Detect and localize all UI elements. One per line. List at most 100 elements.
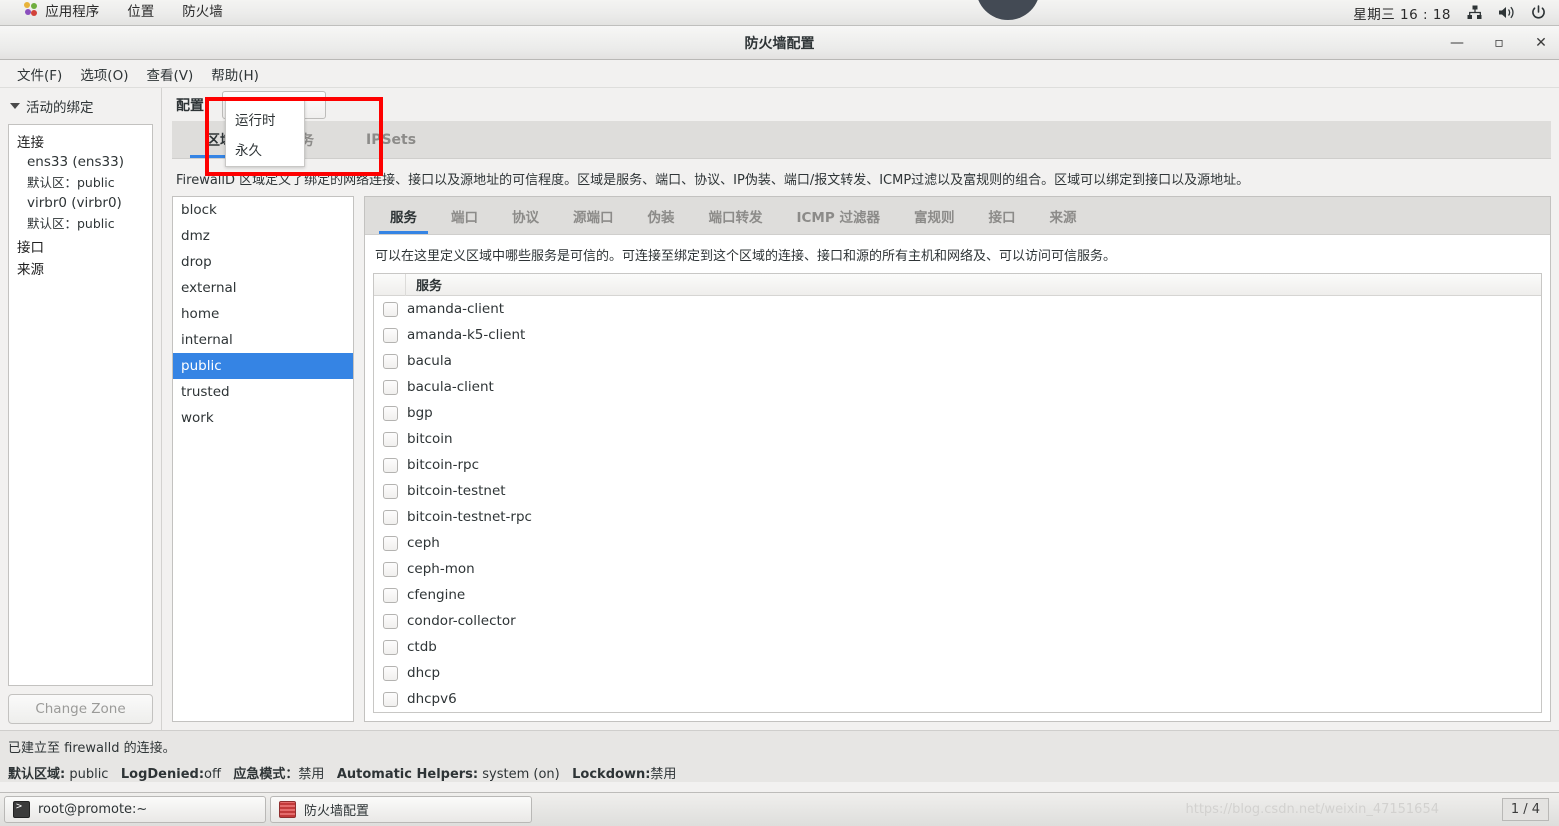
table-row[interactable]: amanda-client bbox=[374, 296, 1541, 322]
binding-item-virbr0[interactable]: virbr0 (virbr0) bbox=[17, 195, 146, 211]
firewall-menu[interactable]: 防火墙 bbox=[168, 0, 237, 25]
zone-item[interactable]: home bbox=[173, 301, 353, 327]
maximize-button[interactable]: ▫ bbox=[1491, 35, 1507, 51]
zone-item[interactable]: drop bbox=[173, 249, 353, 275]
taskbar-item-terminal-label: root@promote:~ bbox=[38, 802, 147, 817]
service-checkbox[interactable] bbox=[383, 432, 398, 447]
applications-menu[interactable]: 应用程序 bbox=[10, 0, 113, 25]
service-checkbox[interactable] bbox=[383, 328, 398, 343]
zone-item[interactable]: dmz bbox=[173, 223, 353, 249]
table-row[interactable]: bitcoin-rpc bbox=[374, 452, 1541, 478]
dropdown-option-runtime[interactable]: 运行时 bbox=[226, 104, 304, 134]
bindings-group-connections: 连接 bbox=[17, 131, 146, 151]
table-row[interactable]: bgp bbox=[374, 400, 1541, 426]
binding-item-ens33[interactable]: ens33 (ens33) bbox=[17, 154, 146, 170]
service-checkbox[interactable] bbox=[383, 692, 398, 707]
chevron-down-icon bbox=[10, 103, 20, 109]
menu-options[interactable]: 选项(O) bbox=[71, 61, 137, 87]
service-checkbox[interactable] bbox=[383, 562, 398, 577]
table-row[interactable]: ctdb bbox=[374, 634, 1541, 660]
detail-tab-sources[interactable]: 来源 bbox=[1032, 197, 1093, 234]
detail-tab-masquerading[interactable]: 伪装 bbox=[631, 197, 692, 234]
service-checkbox[interactable] bbox=[383, 484, 398, 499]
panel-clock[interactable]: 星期三 16 : 18 bbox=[1353, 3, 1451, 23]
service-checkbox[interactable] bbox=[383, 614, 398, 629]
service-checkbox[interactable] bbox=[383, 406, 398, 421]
taskbar-item-terminal[interactable]: root@promote:~ bbox=[4, 796, 266, 823]
detail-tab-port-forwarding[interactable]: 端口转发 bbox=[692, 197, 780, 234]
places-menu[interactable]: 位置 bbox=[113, 0, 168, 25]
taskbar-item-firewall-label: 防火墙配置 bbox=[304, 800, 369, 819]
detail-tab-rich-rules[interactable]: 富规则 bbox=[897, 197, 972, 234]
table-row[interactable]: ceph bbox=[374, 530, 1541, 556]
detail-tab-services[interactable]: 服务 bbox=[373, 197, 434, 234]
service-checkbox[interactable] bbox=[383, 380, 398, 395]
menu-view[interactable]: 查看(V) bbox=[137, 61, 202, 87]
zone-item[interactable]: trusted bbox=[173, 379, 353, 405]
service-checkbox[interactable] bbox=[383, 536, 398, 551]
menu-file[interactable]: 文件(F) bbox=[8, 61, 71, 87]
volume-icon[interactable] bbox=[1497, 4, 1515, 22]
status-automatic-helpers-value: system (on) bbox=[482, 767, 559, 782]
detail-tab-ports[interactable]: 端口 bbox=[434, 197, 495, 234]
configuration-dropdown-menu[interactable]: 运行时 永久 bbox=[225, 99, 305, 167]
table-row[interactable]: bacula-client bbox=[374, 374, 1541, 400]
change-zone-button[interactable]: Change Zone bbox=[8, 694, 153, 724]
services-table[interactable]: 服务 amanda-client amanda-k5-client bacula… bbox=[373, 273, 1542, 713]
close-button[interactable]: ✕ bbox=[1533, 35, 1549, 51]
service-name: amanda-k5-client bbox=[407, 327, 525, 343]
detail-tab-protocols[interactable]: 协议 bbox=[495, 197, 556, 234]
table-row[interactable]: bitcoin bbox=[374, 426, 1541, 452]
detail-tab-icmp-filter[interactable]: ICMP 过滤器 bbox=[780, 197, 897, 234]
bindings-list[interactable]: 连接 ens33 (ens33) 默认区：public virbr0 (virb… bbox=[8, 124, 153, 686]
service-name: bitcoin-testnet bbox=[407, 483, 506, 499]
taskbar-item-firewall[interactable]: 防火墙配置 bbox=[270, 796, 532, 823]
zone-item[interactable]: block bbox=[173, 197, 353, 223]
table-row[interactable]: dhcp bbox=[374, 660, 1541, 686]
service-checkbox[interactable] bbox=[383, 510, 398, 525]
detail-tab-icmp-filter-label: ICMP 过滤器 bbox=[797, 206, 880, 226]
table-row[interactable]: ceph-mon bbox=[374, 556, 1541, 582]
service-checkbox[interactable] bbox=[383, 458, 398, 473]
table-row[interactable]: cfengine bbox=[374, 582, 1541, 608]
table-row[interactable]: bacula bbox=[374, 348, 1541, 374]
zone-list[interactable]: block dmz drop external home internal pu… bbox=[172, 196, 354, 722]
power-icon[interactable] bbox=[1529, 4, 1547, 22]
services-checkbox-column-header bbox=[374, 274, 406, 296]
detail-tab-source-ports[interactable]: 源端口 bbox=[556, 197, 631, 234]
minimize-button[interactable]: — bbox=[1449, 35, 1465, 51]
table-row[interactable]: condor-collector bbox=[374, 608, 1541, 634]
detail-tab-sources-label: 来源 bbox=[1049, 206, 1076, 226]
table-row[interactable]: bitcoin-testnet-rpc bbox=[374, 504, 1541, 530]
service-checkbox[interactable] bbox=[383, 588, 398, 603]
service-name: ceph bbox=[407, 535, 440, 551]
status-default-zone-value: public bbox=[69, 767, 108, 782]
service-checkbox[interactable] bbox=[383, 640, 398, 655]
service-name: cfengine bbox=[407, 587, 465, 603]
gnome-top-panel: 应用程序 位置 防火墙 星期三 16 : 18 bbox=[0, 0, 1559, 26]
zone-item[interactable]: external bbox=[173, 275, 353, 301]
table-row[interactable]: bitcoin-testnet bbox=[374, 478, 1541, 504]
services-description: 可以在这里定义区域中哪些服务是可信的。可连接至绑定到这个区域的连接、接口和源的所… bbox=[365, 235, 1550, 273]
active-bindings-header[interactable]: 活动的绑定 bbox=[8, 92, 153, 124]
dropdown-option-permanent[interactable]: 永久 bbox=[226, 134, 304, 164]
workspace-pager[interactable]: 1 / 4 bbox=[1502, 798, 1549, 821]
menu-help[interactable]: 帮助(H) bbox=[202, 61, 268, 87]
menubar: 文件(F) 选项(O) 查看(V) 帮助(H) bbox=[0, 60, 1559, 88]
service-checkbox[interactable] bbox=[383, 666, 398, 681]
table-row[interactable]: amanda-k5-client bbox=[374, 322, 1541, 348]
service-checkbox[interactable] bbox=[383, 302, 398, 317]
tab-ipsets[interactable]: IPSets bbox=[340, 121, 442, 158]
zone-item[interactable]: internal bbox=[173, 327, 353, 353]
status-lockdown-key: Lockdown: bbox=[572, 767, 650, 782]
zone-item[interactable]: work bbox=[173, 405, 353, 431]
detail-tab-interfaces[interactable]: 接口 bbox=[971, 197, 1032, 234]
table-row[interactable]: dhcpv6 bbox=[374, 686, 1541, 712]
active-bindings-title: 活动的绑定 bbox=[26, 96, 94, 116]
detail-tab-source-ports-label: 源端口 bbox=[573, 206, 614, 226]
gnome-panel-menus: 应用程序 位置 防火墙 bbox=[0, 0, 237, 25]
service-checkbox[interactable] bbox=[383, 354, 398, 369]
services-name-column-header: 服务 bbox=[406, 275, 442, 294]
network-icon[interactable] bbox=[1465, 4, 1483, 22]
zone-item-selected[interactable]: public bbox=[173, 353, 353, 379]
